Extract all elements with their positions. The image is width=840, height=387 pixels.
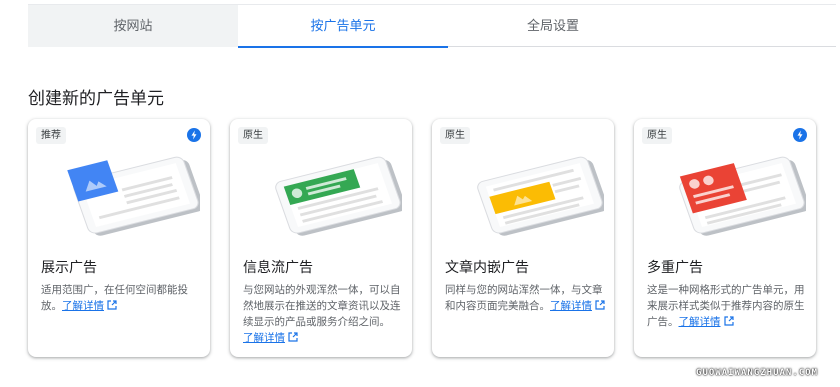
badge: 原生 [440,127,470,144]
card-display-ads[interactable]: 推荐 展示广告 适用范围广，在任何空间都能投放。了解详情 [28,119,210,357]
display-ad-illustration [67,156,200,236]
tab-by-site[interactable]: 按网站 [28,5,238,47]
section-title: 创建新的广告单元 [28,89,164,108]
watermark: GUOWAIWANGZHUAN.COM [696,368,818,378]
external-link-icon [723,316,734,326]
card-description: 同样与您的网站浑然一体，与文章和内容页面完美融合。了解详情 [445,282,607,314]
learn-more-link[interactable]: 了解详情 [62,300,117,312]
tab-bar: 按网站 按广告单元 全局设置 [28,4,836,48]
badge: 推荐 [36,127,66,144]
learn-more-link[interactable]: 了解详情 [243,332,298,344]
card-description: 与您网站的外观浑然一体，可以自然地展示在推送的文章资讯以及连续显示的产品或服务介… [243,284,401,344]
card-title: 展示广告 [41,259,97,275]
learn-more-link[interactable]: 了解详情 [550,300,605,312]
tab-global-settings[interactable]: 全局设置 [448,5,658,47]
card-title: 多重广告 [647,259,703,275]
card-title: 文章内嵌广告 [445,259,529,275]
card-title: 信息流广告 [243,259,313,275]
card-description: 这是一种网格形式的广告单元，用来展示样式类似于推荐内容的原生广告。了解详情 [647,284,805,328]
card-in-feed-ads[interactable]: 原生 信息流广告 与您网站的外观浑然一体，可以自然地展示在推送的文章资讯以及连续… [230,119,412,357]
bolt-icon [793,128,807,142]
tab-by-ad-unit[interactable]: 按广告单元 [238,5,448,48]
card-in-article-ads[interactable]: 原生 文章内嵌广告 同样与您的网站浑然一体，与文章和内容页面完美融合。了解详情 [432,119,614,357]
card-description: 适用范围广，在任何空间都能投放。了解详情 [41,284,188,312]
external-link-icon [288,332,298,342]
external-link-icon [595,300,605,310]
badge: 原生 [238,127,268,144]
learn-more-link[interactable]: 了解详情 [679,316,734,328]
bolt-icon [187,128,201,142]
multiplex-ad-illustration [679,156,806,236]
in-article-ad-illustration [477,156,604,236]
card-multiplex-ads[interactable]: 原生 多重广告 这是一种网格形式的广告单元，用来展示样式类似于推荐内容的原生广告… [634,119,816,357]
external-link-icon [107,300,117,310]
badge: 原生 [642,127,672,144]
in-feed-ad-illustration [275,156,402,236]
